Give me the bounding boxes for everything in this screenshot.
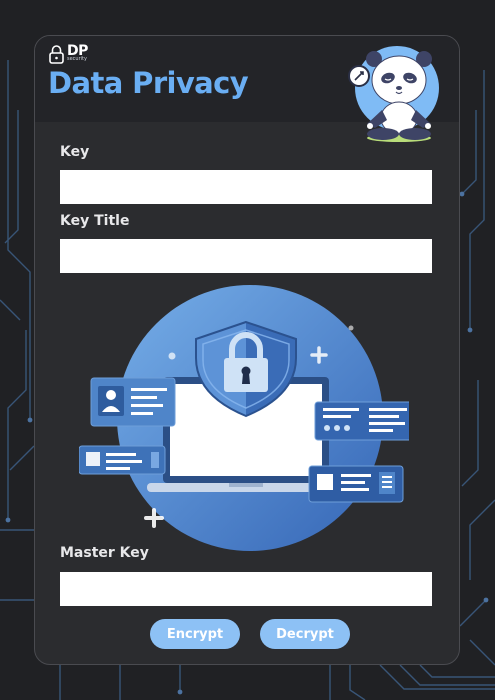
lock-icon bbox=[49, 45, 64, 64]
key-input[interactable] bbox=[60, 170, 432, 204]
data-privacy-card: DP security Data Privacy Key Key Title M… bbox=[34, 35, 460, 665]
meditating-panda-icon bbox=[348, 46, 439, 142]
dp-security-logo: DP security bbox=[49, 44, 88, 64]
card-header: DP security Data Privacy bbox=[35, 36, 459, 142]
key-title-input[interactable] bbox=[60, 239, 432, 273]
master-key-label: Master Key bbox=[60, 545, 149, 561]
master-key-input[interactable] bbox=[60, 572, 432, 606]
encrypt-button[interactable]: Encrypt bbox=[150, 619, 240, 649]
decrypt-button[interactable]: Decrypt bbox=[260, 619, 350, 649]
key-label: Key bbox=[60, 144, 90, 160]
key-title-label: Key Title bbox=[60, 213, 130, 229]
shield-padlock-laptop-icon bbox=[79, 285, 409, 551]
logo-subtext: security bbox=[67, 56, 87, 62]
page-title: Data Privacy bbox=[48, 66, 249, 100]
